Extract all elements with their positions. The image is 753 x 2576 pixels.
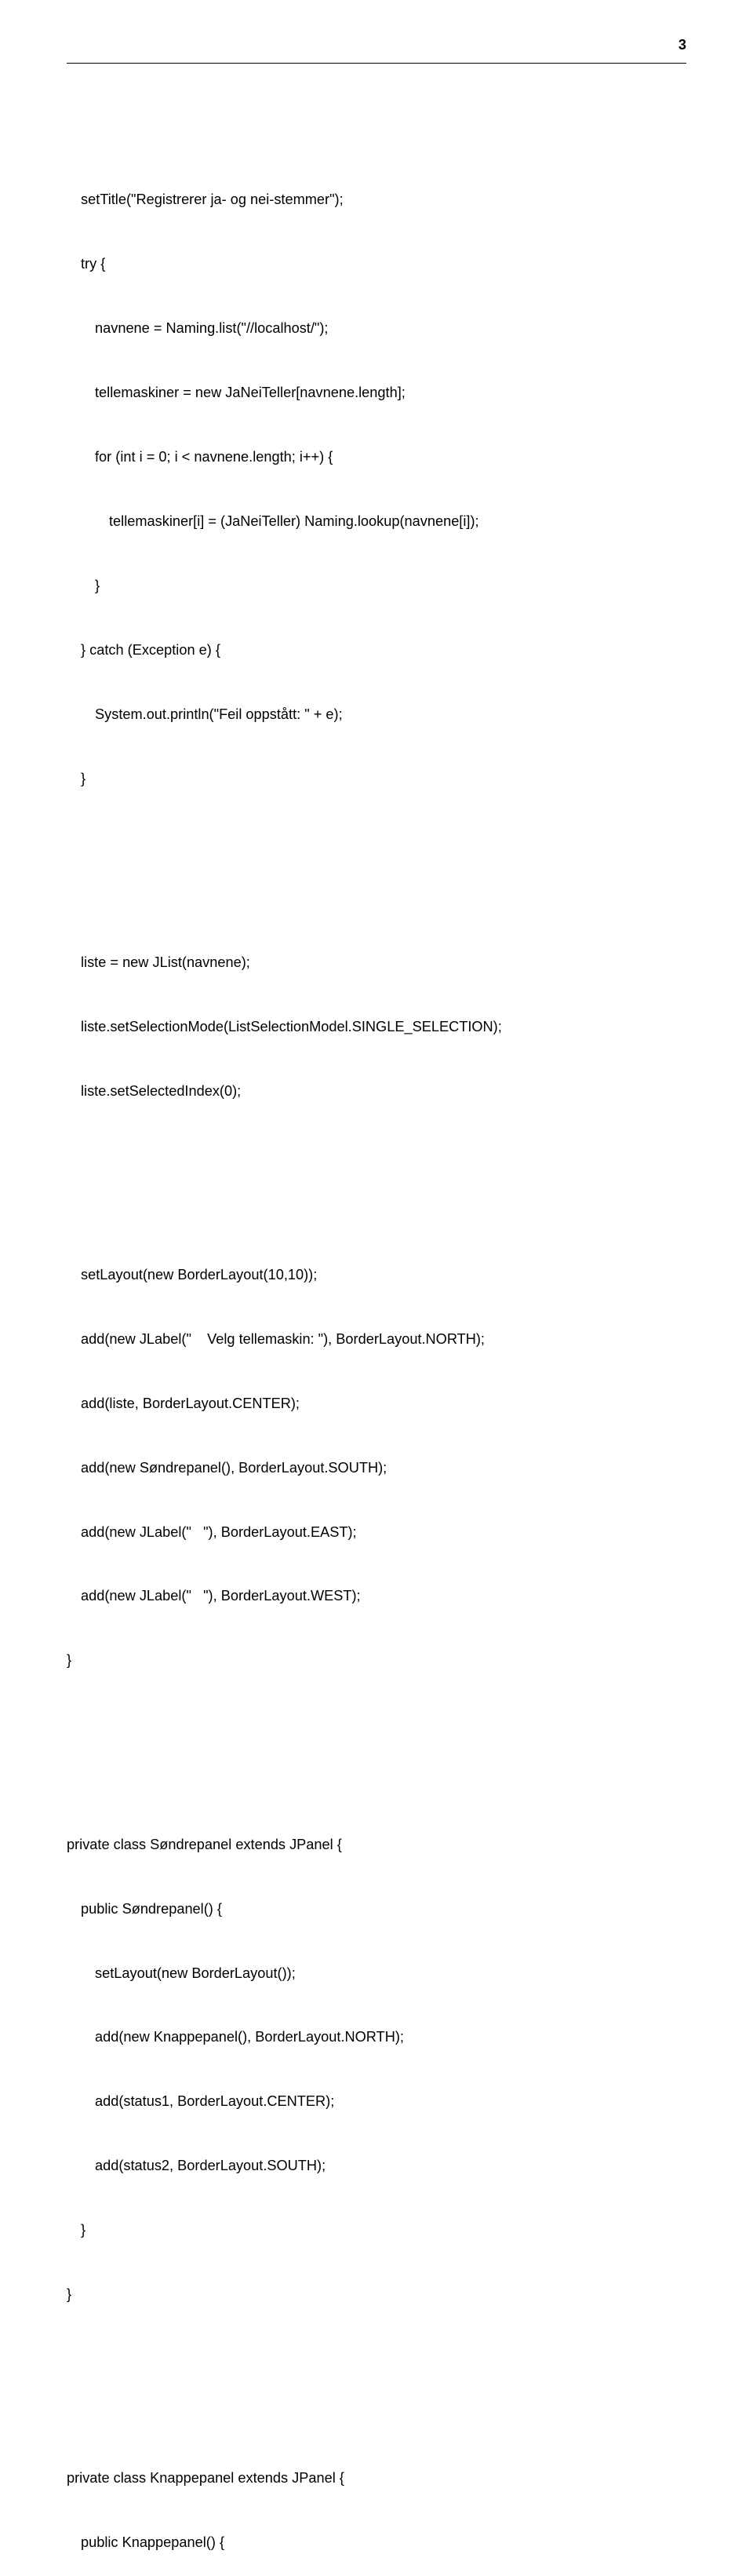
code-line: add(new JLabel(" "), BorderLayout.EAST); <box>67 1522 686 1543</box>
code-line: public Knappepanel() { <box>67 2532 686 2553</box>
code-line: public Søndrepanel() { <box>67 1899 686 1920</box>
code-line: } <box>67 2220 686 2241</box>
code-line: add(liste, BorderLayout.CENTER); <box>67 1393 686 1414</box>
code-line: liste.setSelectedIndex(0); <box>67 1081 686 1102</box>
code-line: add(new Søndrepanel(), BorderLayout.SOUT… <box>67 1458 686 1479</box>
code-line: setTitle("Registrerer ja- og nei-stemmer… <box>67 189 686 210</box>
code-line: add(new Knappepanel(), BorderLayout.NORT… <box>67 2027 686 2048</box>
code-line: private class Søndrepanel extends JPanel… <box>67 1834 686 1855</box>
page-header: 3 <box>67 39 686 64</box>
code-line: add(status1, BorderLayout.CENTER); <box>67 2091 686 2112</box>
code-line: System.out.println("Feil oppstått: " + e… <box>67 704 686 725</box>
code-line: setLayout(new BorderLayout(10,10)); <box>67 1264 686 1286</box>
code-line: liste.setSelectionMode(ListSelectionMode… <box>67 1016 686 1038</box>
code-line: for (int i = 0; i < navnene.length; i++)… <box>67 447 686 468</box>
code-line: navnene = Naming.list("//localhost/"); <box>67 318 686 339</box>
code-content: setTitle("Registrerer ja- og nei-stemmer… <box>67 82 686 2576</box>
code-line: } <box>67 575 686 597</box>
code-line: add(new JLabel(" "), BorderLayout.WEST); <box>67 1585 686 1607</box>
code-block-5: private class Knappepanel extends JPanel… <box>67 2425 686 2576</box>
code-line: } <box>67 768 686 790</box>
code-block-4: private class Søndrepanel extends JPanel… <box>67 1791 686 2348</box>
code-block-3: setLayout(new BorderLayout(10,10)); add(… <box>67 1221 686 1714</box>
code-line: add(status2, BorderLayout.SOUTH); <box>67 2155 686 2176</box>
code-block-2: liste = new JList(navnene); liste.setSel… <box>67 909 686 1144</box>
code-block-1: setTitle("Registrerer ja- og nei-stemmer… <box>67 147 686 833</box>
code-line: } catch (Exception e) { <box>67 640 686 661</box>
code-line: add(new JLabel(" Velg tellemaskin: "), B… <box>67 1329 686 1350</box>
code-line: setLayout(new BorderLayout()); <box>67 1963 686 1984</box>
code-line: } <box>67 2284 686 2305</box>
code-line: } <box>67 1650 686 1671</box>
code-line: private class Knappepanel extends JPanel… <box>67 2468 686 2489</box>
code-line: tellemaskiner[i] = (JaNeiTeller) Naming.… <box>67 511 686 532</box>
code-line: tellemaskiner = new JaNeiTeller[navnene.… <box>67 382 686 403</box>
page-number: 3 <box>678 35 686 56</box>
code-line: try { <box>67 254 686 275</box>
code-line: liste = new JList(navnene); <box>67 952 686 973</box>
